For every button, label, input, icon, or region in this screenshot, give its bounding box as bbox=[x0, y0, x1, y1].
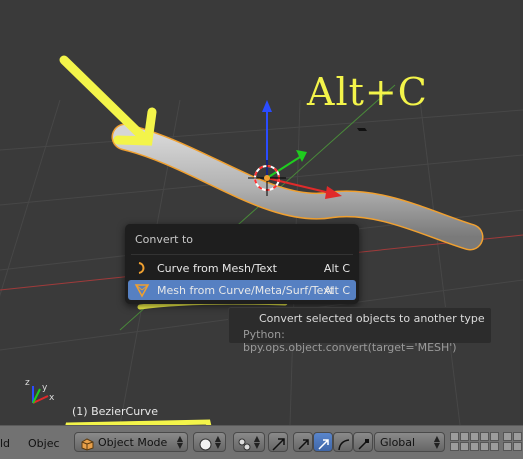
tooltip-python: Python: bpy.ops.object.convert(target='M… bbox=[243, 328, 457, 354]
view-menu[interactable]: ld bbox=[0, 437, 10, 450]
shortcut-annotation: Alt+C bbox=[307, 70, 428, 114]
rotate-arrow-icon bbox=[317, 436, 330, 455]
menu-item-shortcut: Alt C bbox=[323, 262, 350, 275]
rotate-manipulator-button[interactable] bbox=[313, 432, 333, 452]
viewport-canvas: z y x bbox=[0, 0, 523, 425]
layer-button[interactable] bbox=[470, 432, 479, 441]
layer-button[interactable] bbox=[513, 432, 522, 441]
transform-orientation-selector[interactable]: Global ▲ ▼ bbox=[374, 432, 445, 452]
mode-label: Object Mode bbox=[98, 436, 168, 449]
layer-button[interactable] bbox=[480, 432, 489, 441]
layer-button[interactable] bbox=[450, 442, 459, 451]
layer-button[interactable] bbox=[480, 442, 489, 451]
arc-icon bbox=[337, 436, 350, 455]
layer-buttons[interactable] bbox=[450, 432, 523, 454]
menu-item-curve-from-mesh[interactable]: Curve from Mesh/Text Alt C bbox=[128, 258, 356, 278]
mesh-icon bbox=[134, 282, 150, 298]
operator-tooltip: Convert selected objects to another type… bbox=[228, 307, 492, 354]
layer-button[interactable] bbox=[490, 442, 499, 451]
updown-arrows-icon: ▲ ▼ bbox=[214, 434, 221, 450]
scale-icon bbox=[357, 436, 370, 455]
menu-item-shortcut: Alt C bbox=[323, 284, 350, 297]
pivot-point-selector[interactable]: ▲ ▼ bbox=[233, 432, 265, 452]
layer-button[interactable] bbox=[470, 442, 479, 451]
tooltip-description: Convert selected objects to another type bbox=[259, 312, 485, 325]
updown-arrows-icon: ▲ ▼ bbox=[253, 434, 260, 450]
layer-button[interactable] bbox=[503, 432, 512, 441]
svg-text:x: x bbox=[49, 393, 55, 403]
translate-manipulator-button[interactable] bbox=[293, 432, 313, 452]
manipulator-toggle[interactable] bbox=[268, 432, 288, 452]
layer-button[interactable] bbox=[503, 442, 512, 451]
pivot-icon bbox=[238, 436, 251, 455]
scale-manipulator-button[interactable] bbox=[353, 432, 373, 452]
curve-icon bbox=[134, 260, 150, 276]
translate-arrow-icon bbox=[297, 436, 310, 455]
manipulator-icon bbox=[272, 436, 285, 455]
object-menu[interactable]: Objec bbox=[28, 437, 60, 450]
viewport-shading-selector[interactable]: ▲ ▼ bbox=[193, 432, 226, 452]
layer-button[interactable] bbox=[490, 432, 499, 441]
solid-sphere-icon bbox=[199, 436, 212, 455]
orientation-label: Global bbox=[380, 436, 416, 449]
mode-selector[interactable]: Object Mode ▲ ▼ bbox=[74, 432, 188, 452]
layer-button[interactable] bbox=[460, 442, 469, 451]
layer-button[interactable] bbox=[460, 432, 469, 441]
curve-manipulator-button[interactable] bbox=[333, 432, 353, 452]
3d-viewport[interactable]: z y x bbox=[0, 0, 523, 425]
svg-text:z: z bbox=[25, 378, 30, 388]
convert-to-menu: Convert to Curve from Mesh/Text Alt C Me… bbox=[125, 224, 359, 304]
menu-title: Convert to bbox=[135, 233, 194, 246]
layer-button[interactable] bbox=[450, 432, 459, 441]
updown-arrows-icon: ▲ ▼ bbox=[433, 434, 440, 450]
active-object-name: (1) BezierCurve bbox=[72, 405, 158, 418]
cube-icon bbox=[81, 436, 94, 455]
menu-separator bbox=[131, 254, 353, 255]
menu-item-mesh-from-curve[interactable]: Mesh from Curve/Meta/Surf/Text Alt C bbox=[128, 280, 356, 300]
viewport-header: ld Objec Object Mode ▲ ▼ ▲ ▼ ▲ ▼ Global … bbox=[0, 425, 523, 459]
layer-button[interactable] bbox=[513, 442, 522, 451]
menu-item-label: Mesh from Curve/Meta/Surf/Text bbox=[157, 284, 335, 297]
svg-text:y: y bbox=[42, 383, 48, 393]
updown-arrows-icon: ▲ ▼ bbox=[176, 434, 183, 450]
menu-item-label: Curve from Mesh/Text bbox=[157, 262, 277, 275]
